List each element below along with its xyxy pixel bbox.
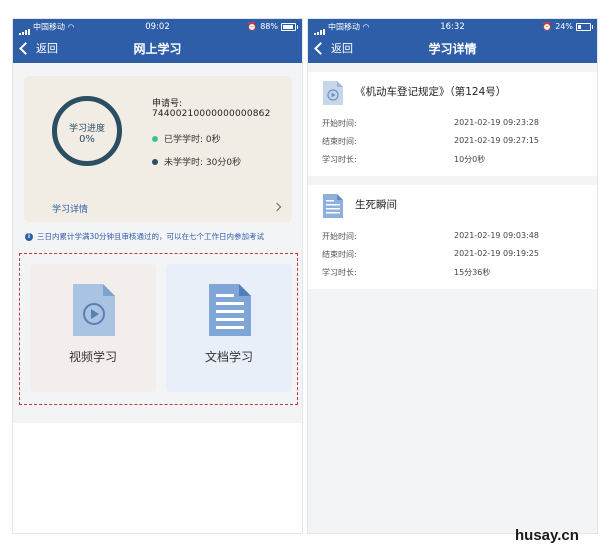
record-start-time: 开始时间: 2021-02-19 09:23:28 xyxy=(322,118,539,128)
study-record-item[interactable]: 《机动车登记规定》（第124号） 开始时间: 2021-02-19 09:23:2… xyxy=(308,72,597,176)
chevron-right-icon[interactable] xyxy=(272,202,282,212)
left-status-bar: 中国移动 ◠ 09:02 ⏰ 88% xyxy=(13,19,302,35)
empty-area xyxy=(308,289,597,533)
battery-percent: 24% xyxy=(555,22,573,31)
alarm-icon: ⏰ xyxy=(247,22,258,31)
record-duration: 学习时长: 15分36秒 xyxy=(322,268,491,277)
page-title: 学习详情 xyxy=(428,42,477,56)
application-number: 74400210000000000862 xyxy=(152,109,271,119)
progress-ring: 学习进度 0% xyxy=(52,96,122,166)
record-duration: 学习时长: 10分0秒 xyxy=(322,155,486,164)
document-icon xyxy=(323,194,343,218)
study-record-item[interactable]: 生死瞬间 开始时间: 2021-02-19 09:03:48 结束时间: 2021-… xyxy=(308,185,597,289)
document-file-icon xyxy=(209,284,251,336)
learned-dot-icon xyxy=(152,135,158,142)
right-navbar: 返回 学习详情 xyxy=(308,35,597,63)
progress-ring-value: 0% xyxy=(79,134,95,145)
record-end-time: 结束时间: 2021-02-19 09:19:25 xyxy=(322,249,539,259)
progress-card: 学习进度 0% 申请号: 74400210000000000862 已学学时: … xyxy=(24,76,292,222)
study-modules-highlight: 视频学习 文档学习 xyxy=(19,253,298,405)
right-status-bar: 中国移动 ◠ 16:32 ⏰ 24% xyxy=(308,19,597,35)
study-detail-link[interactable]: 学习详情 xyxy=(52,202,88,215)
video-study-label: 视频学习 xyxy=(68,350,117,364)
video-file-icon xyxy=(73,284,115,336)
left-navbar: 返回 网上学习 xyxy=(13,35,302,63)
record-title: 《机动车登记规定》（第124号） xyxy=(355,86,507,98)
battery-percent: 88% xyxy=(260,22,278,31)
application-number-label: 申请号: xyxy=(152,99,183,109)
battery-icon xyxy=(576,23,593,31)
battery-icon xyxy=(281,23,298,31)
record-start-time: 开始时间: 2021-02-19 09:03:48 xyxy=(322,231,539,241)
left-phone-screen: 中国移动 ◠ 09:02 ⏰ 88% 返回 网上学习 学习进度 0% 申请号: … xyxy=(13,19,302,533)
document-study-button[interactable]: 文档学习 xyxy=(166,264,292,392)
watermark: husay.cn xyxy=(515,527,579,544)
left-header: 中国移动 ◠ 09:02 ⏰ 88% 返回 网上学习 xyxy=(13,19,302,63)
right-header: 中国移动 ◠ 16:32 ⏰ 24% 返回 学习详情 xyxy=(308,19,597,63)
right-phone-screen: 中国移动 ◠ 16:32 ⏰ 24% 返回 学习详情 《机动车登记规定》（第12… xyxy=(308,19,597,533)
alarm-icon: ⏰ xyxy=(542,22,553,31)
learned-hours: 已学学时: 0秒 xyxy=(152,132,221,145)
unlearned-hours: 未学学时: 30分0秒 xyxy=(152,155,241,168)
progress-ring-label: 学习进度 xyxy=(68,124,105,134)
record-end-time: 结束时间: 2021-02-19 09:27:15 xyxy=(322,136,539,146)
document-study-label: 文档学习 xyxy=(204,350,253,364)
video-study-button[interactable]: 视频学习 xyxy=(30,264,156,392)
empty-area xyxy=(13,423,302,533)
info-icon: i xyxy=(25,233,33,241)
notice-text: i 三日内累计学满30分钟且审核通过的，可以在七个工作日内参加考试 xyxy=(25,232,299,242)
record-title: 生死瞬间 xyxy=(355,199,397,211)
page-title: 网上学习 xyxy=(133,42,182,56)
unlearned-dot-icon xyxy=(152,158,158,165)
video-icon xyxy=(323,81,343,105)
